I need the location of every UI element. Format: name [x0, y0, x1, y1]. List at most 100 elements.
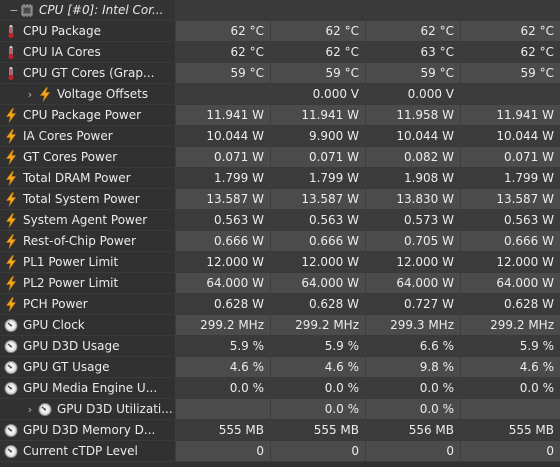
value-current: 62 °C: [176, 21, 271, 42]
sensor-label-cell[interactable]: GT Cores Power: [0, 147, 176, 168]
sensor-row-pch-power[interactable]: PCH Power 0.628 W 0.628 W 0.727 W 0.628 …: [0, 294, 560, 315]
sensor-row-voltage-offsets[interactable]: › Voltage Offsets 0.000 V 0.000 V: [0, 84, 560, 105]
value-minimum: 12.000 W: [271, 252, 366, 273]
lightning-icon: [4, 170, 18, 186]
value-average: 12.000 W: [461, 252, 560, 273]
value-current: 4.6 %: [176, 357, 271, 378]
value-minimum: 0.000 V: [271, 84, 366, 105]
sensor-row-cpu-package[interactable]: CPU Package 62 °C 62 °C 62 °C 62 °C: [0, 21, 560, 42]
value-minimum: 0.563 W: [271, 210, 366, 231]
group-header-cpu[interactable]: − CPU [#0]: Intel Cor...: [0, 0, 560, 21]
collapse-icon[interactable]: −: [8, 0, 20, 20]
value-maximum: 0.727 W: [366, 294, 461, 315]
sensor-label-cell[interactable]: CPU Package Power: [0, 105, 176, 126]
sensor-row-pl2-power-limit[interactable]: PL2 Power Limit 64.000 W 64.000 W 64.000…: [0, 273, 560, 294]
sensor-row-rest-of-chip-power[interactable]: Rest-of-Chip Power 0.666 W 0.666 W 0.705…: [0, 231, 560, 252]
sensor-row-gt-cores-power[interactable]: GT Cores Power 0.071 W 0.071 W 0.082 W 0…: [0, 147, 560, 168]
sensor-row-gpu-clock[interactable]: GPU Clock 299.2 MHz 299.2 MHz 299.3 MHz …: [0, 315, 560, 336]
sensor-row-gpu-d3d-usage[interactable]: GPU D3D Usage 5.9 % 5.9 % 6.6 % 5.9 %: [0, 336, 560, 357]
value-average: 11.941 W: [461, 105, 560, 126]
expand-icon[interactable]: ›: [24, 399, 36, 419]
sensor-label-cell[interactable]: Current cTDP Level: [0, 441, 176, 462]
sensor-label-cell[interactable]: Rest-of-Chip Power: [0, 231, 176, 252]
value-average: 299.2 MHz: [461, 315, 560, 336]
sensor-label-cell[interactable]: Total System Power: [0, 189, 176, 210]
value-average: 64.000 W: [461, 273, 560, 294]
sensor-row-gpu-d3d-memory-d[interactable]: GPU D3D Memory D... 555 MB 555 MB 556 MB…: [0, 420, 560, 441]
sensor-label-cell[interactable]: GPU Media Engine U...: [0, 378, 176, 399]
sensor-label-cell[interactable]: CPU Package: [0, 21, 176, 42]
sensor-label: CPU Package: [23, 23, 101, 38]
sensor-label-cell[interactable]: › Voltage Offsets: [0, 84, 176, 105]
value-average: 0.071 W: [461, 147, 560, 168]
sensor-table: − CPU [#0]: Intel Cor... CPU Package 62 …: [0, 0, 560, 467]
sensor-row-current-ctdp-level[interactable]: Current cTDP Level 0 0 0 0: [0, 441, 560, 462]
sensor-label: GPU D3D Usage: [23, 338, 120, 353]
sensor-row-gpu-media-engine-u[interactable]: GPU Media Engine U... 0.0 % 0.0 % 0.0 % …: [0, 378, 560, 399]
value-minimum: 59 °C: [271, 63, 366, 84]
sensor-row-total-system-power[interactable]: Total System Power 13.587 W 13.587 W 13.…: [0, 189, 560, 210]
sensor-label-cell[interactable]: CPU IA Cores: [0, 42, 176, 63]
value-maximum: 12.000 W: [366, 252, 461, 273]
value-current: 0.071 W: [176, 147, 271, 168]
sensor-row-cpu-package-power[interactable]: CPU Package Power 11.941 W 11.941 W 11.9…: [0, 105, 560, 126]
expand-icon[interactable]: ›: [24, 84, 36, 104]
value-maximum: 0.705 W: [366, 231, 461, 252]
value-minimum: 5.9 %: [271, 336, 366, 357]
sensor-label-cell[interactable]: GPU Clock: [0, 315, 176, 336]
sensor-label-cell[interactable]: GPU D3D Usage: [0, 336, 176, 357]
value-minimum: 62 °C: [271, 42, 366, 63]
sensor-label: Current cTDP Level: [23, 443, 138, 458]
sensor-label: GPU Clock: [23, 317, 85, 332]
value-current: 0.0 %: [176, 378, 271, 399]
sensor-label-cell[interactable]: PL2 Power Limit: [0, 273, 176, 294]
gauge-icon: [4, 423, 18, 438]
sensor-label: GT Cores Power: [23, 149, 118, 164]
sensor-label: CPU Package Power: [23, 107, 142, 122]
value-minimum: 62 °C: [271, 21, 366, 42]
sensor-label-cell[interactable]: › GPU D3D Utilizati...: [0, 399, 176, 420]
value-current: 0.666 W: [176, 231, 271, 252]
value-maximum: 0.082 W: [366, 147, 461, 168]
sensor-label: GPU D3D Utilizati...: [57, 401, 173, 416]
value-maximum: 6.6 %: [366, 336, 461, 357]
group-header-label[interactable]: − CPU [#0]: Intel Cor...: [0, 0, 176, 21]
sensor-row-ia-cores-power[interactable]: IA Cores Power 10.044 W 9.900 W 10.044 W…: [0, 126, 560, 147]
value-maximum: 0.0 %: [366, 378, 461, 399]
sensor-label-cell[interactable]: GPU GT Usage: [0, 357, 176, 378]
sensor-row-gpu-d3d-utilizati[interactable]: › GPU D3D Utilizati... 0.0 % 0.0 %: [0, 399, 560, 420]
value-average: [461, 84, 560, 105]
value-average: 0.628 W: [461, 294, 560, 315]
value-current: 0: [176, 441, 271, 462]
sensor-label-cell[interactable]: PCH Power: [0, 294, 176, 315]
sensor-row-system-agent-power[interactable]: System Agent Power 0.563 W 0.563 W 0.573…: [0, 210, 560, 231]
value-current: 59 °C: [176, 63, 271, 84]
sensor-label-cell[interactable]: CPU GT Cores (Grap...: [0, 63, 176, 84]
lightning-icon: [4, 149, 18, 165]
value-average: 10.044 W: [461, 126, 560, 147]
sensor-row-gpu-gt-usage[interactable]: GPU GT Usage 4.6 % 4.6 % 9.8 % 4.6 %: [0, 357, 560, 378]
sensor-row-cpu-ia-cores[interactable]: CPU IA Cores 62 °C 62 °C 63 °C 62 °C: [0, 42, 560, 63]
sensor-label-cell[interactable]: PL1 Power Limit: [0, 252, 176, 273]
value-average: 62 °C: [461, 42, 560, 63]
lightning-icon: [4, 296, 18, 312]
sensor-row-cpu-gt-cores-grap[interactable]: CPU GT Cores (Grap... 59 °C 59 °C 59 °C …: [0, 63, 560, 84]
sensor-label-cell[interactable]: System Agent Power: [0, 210, 176, 231]
sensor-label: GPU D3D Memory D...: [23, 422, 156, 437]
value-current: 299.2 MHz: [176, 315, 271, 336]
lightning-icon: [38, 86, 52, 102]
sensor-label-cell[interactable]: Total DRAM Power: [0, 168, 176, 189]
sensor-row-total-dram-power[interactable]: Total DRAM Power 1.799 W 1.799 W 1.908 W…: [0, 168, 560, 189]
value-current: 13.587 W: [176, 189, 271, 210]
value-average: [461, 399, 560, 420]
group-col-4: [461, 0, 560, 21]
value-current: 0.628 W: [176, 294, 271, 315]
sensor-label-cell[interactable]: IA Cores Power: [0, 126, 176, 147]
sensor-row-pl1-power-limit[interactable]: PL1 Power Limit 12.000 W 12.000 W 12.000…: [0, 252, 560, 273]
value-maximum: 0.0 %: [366, 399, 461, 420]
sensor-label-cell[interactable]: GPU D3D Memory D...: [0, 420, 176, 441]
sensor-label: GPU GT Usage: [23, 359, 110, 374]
value-average: 0.666 W: [461, 231, 560, 252]
sensor-label: GPU Media Engine U...: [23, 380, 158, 395]
value-current: 10.044 W: [176, 126, 271, 147]
